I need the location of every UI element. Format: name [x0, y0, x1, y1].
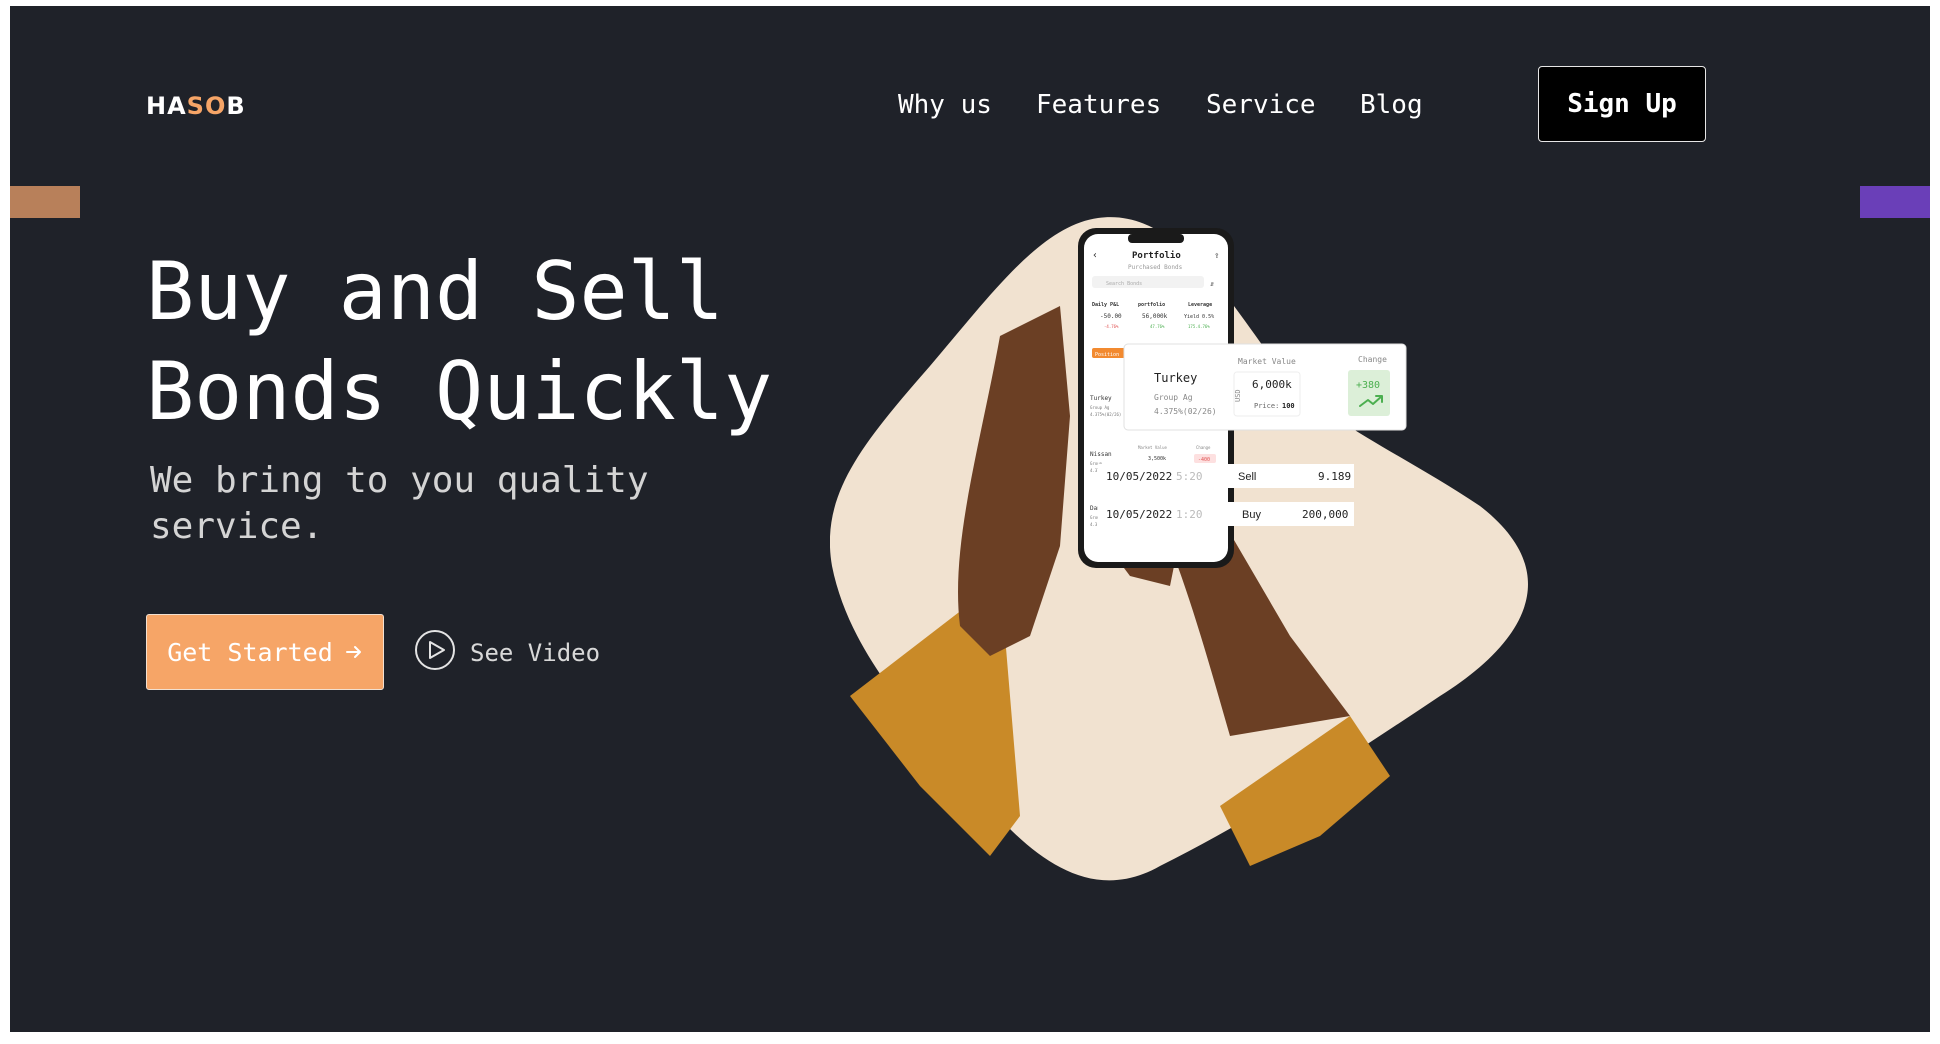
phone-share-icon: ⇪	[1214, 251, 1219, 261]
hero-headline: Buy and Sell Bonds Quickly	[146, 242, 772, 442]
market-popup-card: Turkey Group Ag 4.375%(02/26) Market Val…	[1123, 343, 1407, 431]
phone-stats: Daily P&L -50.00 -4.76% portfolio 56,000…	[1092, 302, 1214, 329]
popup-currency: USD	[1234, 389, 1242, 402]
phone-title: Portfolio	[1132, 250, 1181, 261]
stat-label: portfolio	[1138, 302, 1165, 308]
hero-subtitle: We bring to you quality service.	[150, 460, 649, 547]
trade-side: Sell	[1238, 471, 1256, 483]
get-started-button[interactable]: Get Started	[146, 614, 384, 690]
headline-line2: Bonds Quickly	[146, 345, 773, 438]
get-started-label: Get Started	[167, 637, 333, 667]
trade-side: Buy	[1242, 509, 1261, 521]
hero-illustration: ‹ Portfolio ⇪ Purchased Bonds Search Bon…	[830, 217, 1528, 881]
phone-back-icon: ‹	[1092, 250, 1098, 261]
stat-delta: 175.4.76%	[1188, 324, 1210, 329]
trade-row-buy: 10/05/2022 1:20 Buy 200,000	[1098, 502, 1354, 526]
arrow-right-icon	[345, 638, 363, 667]
stat-label: Daily P&L	[1092, 302, 1119, 308]
play-circle-icon	[414, 629, 456, 677]
phone-row-change: -400	[1198, 457, 1210, 463]
popup-name: Turkey	[1154, 371, 1197, 385]
phone-filter-icon: ⇵	[1210, 280, 1214, 288]
phone-row-name: Turkey	[1090, 395, 1112, 402]
popup-change-box	[1348, 370, 1390, 416]
stat-value: Yield 0.5%	[1184, 314, 1214, 320]
trade-amount: 9.189	[1318, 470, 1351, 483]
phone-row-name: Nissan	[1090, 451, 1112, 458]
phone-row-rate: 4.3	[1090, 522, 1098, 527]
decorative-bar-left	[10, 186, 80, 218]
headline-line1: Buy and Sell	[146, 245, 724, 338]
phone-search-placeholder: Search Bonds	[1106, 281, 1142, 287]
phone-row-value: 3,500k	[1148, 456, 1166, 462]
sign-up-button[interactable]: Sign Up	[1538, 66, 1706, 142]
popup-price-label: Price:	[1254, 402, 1279, 410]
see-video-button[interactable]: See Video	[414, 629, 601, 677]
phone-row-rate: 4.375%(02/26)	[1090, 412, 1121, 417]
phone-row-detail: Group Ag	[1090, 405, 1110, 410]
trade-time: 5:20	[1176, 470, 1203, 483]
trade-date: 10/05/2022	[1106, 470, 1172, 483]
phone-row-market-label: Market Value	[1138, 445, 1167, 450]
popup-change-label: Change	[1358, 355, 1387, 364]
phone-subtitle: Purchased Bonds	[1128, 264, 1183, 271]
stat-value: 56,000k	[1142, 313, 1168, 320]
nav-blog[interactable]: Blog	[1360, 90, 1423, 120]
decorative-bar-right	[1860, 186, 1930, 218]
stat-label: Leverage	[1188, 302, 1212, 308]
nav-why-us[interactable]: Why us	[898, 90, 992, 120]
popup-price-value: 100	[1282, 402, 1295, 410]
trade-time: 1:20	[1176, 508, 1203, 521]
landing-page: HASOB Why us Features Service Blog Sign …	[10, 6, 1930, 1032]
see-video-label: See Video	[470, 639, 601, 667]
popup-rate: 4.375%(02/26)	[1154, 407, 1217, 416]
trade-row-sell: 10/05/2022 5:20 Sell 9.189	[1098, 464, 1354, 488]
phone-tab-label: Position	[1095, 352, 1119, 358]
stat-delta: 47.76%	[1150, 324, 1165, 329]
phone-notch	[1128, 234, 1184, 243]
popup-group: Group Ag	[1154, 393, 1193, 402]
popup-market-value: 6,000k	[1252, 378, 1292, 391]
stat-delta: -4.76%	[1104, 324, 1119, 329]
trade-amount: 200,000	[1302, 508, 1348, 521]
phone-row-change-label: Change	[1196, 445, 1211, 450]
stat-value: -50.00	[1100, 313, 1122, 320]
trade-date: 10/05/2022	[1106, 508, 1172, 521]
nav-features[interactable]: Features	[1036, 90, 1161, 120]
nav-service[interactable]: Service	[1206, 90, 1316, 120]
popup-market-label: Market Value	[1238, 357, 1296, 366]
popup-change-value: +380	[1356, 380, 1380, 391]
